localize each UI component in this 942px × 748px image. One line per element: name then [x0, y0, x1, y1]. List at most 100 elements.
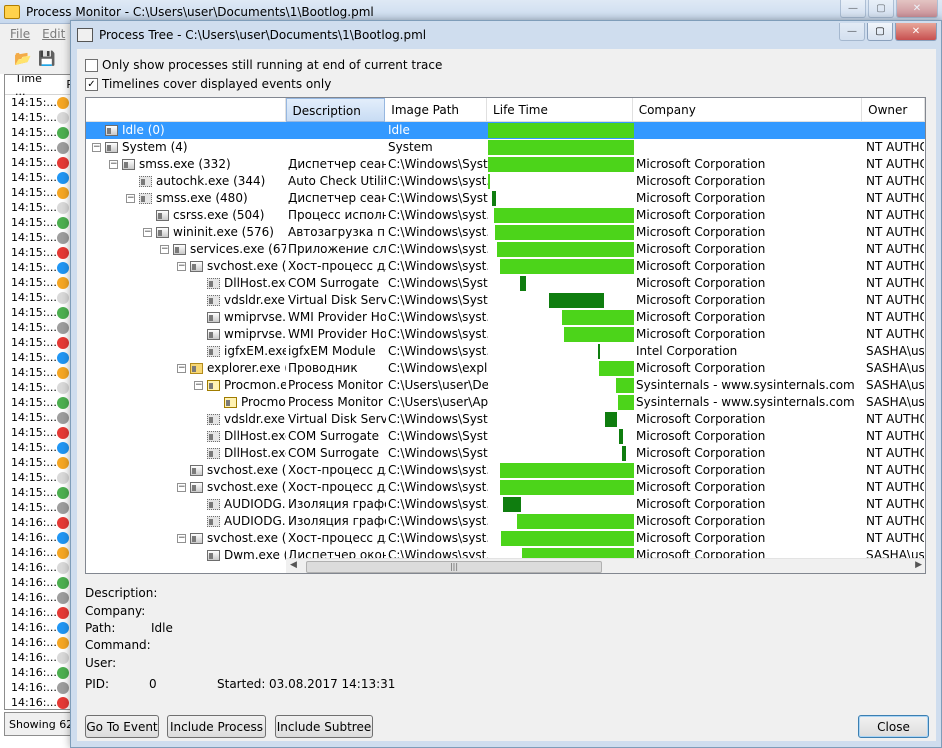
process-row[interactable]: − Procmon.e...Process Monitor C:\Users\use… [86, 377, 925, 394]
event-row[interactable]: 14:15:... [5, 125, 73, 140]
event-row[interactable]: 14:15:... [5, 245, 73, 260]
process-row[interactable]: Procmo...Process Monitor C:\Users\user\Ap… [86, 394, 925, 411]
save-disk-icon[interactable]: 💾 [38, 50, 56, 68]
life-time-column-header[interactable]: Life Time [487, 98, 633, 122]
event-row[interactable]: 14:15:... [5, 170, 73, 185]
company-column-header[interactable]: Company [632, 98, 863, 122]
event-row[interactable]: 14:15:... [5, 305, 73, 320]
process-row[interactable]: − svchost.exe (956)Хост-процесс дл...C:\W… [86, 479, 925, 496]
process-row[interactable]: vdsldr.exe (58...Virtual Disk Servic...C… [86, 411, 925, 428]
go-to-event-button[interactable]: Go To Event [85, 715, 159, 738]
event-row[interactable]: 14:16:... [5, 635, 73, 650]
collapse-toggle-icon[interactable]: − [92, 143, 101, 152]
event-row[interactable]: 14:15:... [5, 410, 73, 425]
collapse-toggle-icon[interactable]: − [177, 364, 186, 373]
process-row[interactable]: wmiprvse.exeWMI Provider HostC:\Windows\… [86, 326, 925, 343]
include-subtree-button[interactable]: Include Subtree [275, 715, 373, 738]
checkbox-box[interactable]: ✓ [85, 77, 98, 91]
event-row[interactable]: 14:15:... [5, 185, 73, 200]
menu-file[interactable]: File [10, 27, 30, 41]
event-row[interactable]: 14:15:... [5, 155, 73, 170]
scroll-right-arrow-icon[interactable]: ▶ [915, 560, 922, 570]
dialog-minimize-button[interactable]: — [839, 23, 865, 41]
collapse-toggle-icon[interactable]: − [177, 483, 186, 492]
collapse-toggle-icon[interactable]: − [194, 381, 203, 390]
collapse-toggle-icon[interactable]: − [109, 160, 118, 169]
event-row[interactable]: 14:15:... [5, 365, 73, 380]
event-row[interactable]: 14:15:... [5, 215, 73, 230]
event-row[interactable]: 14:15:... [5, 350, 73, 365]
event-row[interactable]: 14:15:... [5, 380, 73, 395]
event-row[interactable]: 14:16:... [5, 560, 73, 575]
menu-edit[interactable]: Edit [42, 27, 65, 41]
process-row[interactable]: − System (4) System NT AUTHO [86, 139, 925, 156]
process-row[interactable]: vdsldr.exe (27...Virtual Disk Servic...C… [86, 292, 925, 309]
collapse-toggle-icon[interactable]: − [143, 228, 152, 237]
event-list[interactable]: Time ... P 14:15:... 14:15:... 14:15:... 14… [4, 74, 74, 710]
process-row[interactable]: AUDIODG.EX...Изоляция графо...C:\Windows… [86, 513, 925, 530]
process-row[interactable]: − svchost.exe (784)Хост-процесс дл...C:\W… [86, 258, 925, 275]
time-column-header[interactable]: Time ... [15, 75, 52, 98]
event-row[interactable]: 14:15:... [5, 200, 73, 215]
close-button[interactable]: Close [858, 715, 929, 738]
event-row[interactable]: 14:15:... [5, 470, 73, 485]
dialog-close-button[interactable]: ✕ [895, 23, 937, 41]
image-path-column-header[interactable]: Image Path [385, 98, 488, 122]
event-row[interactable]: 14:15:... [5, 395, 73, 410]
process-row[interactable]: igfxEM.exe (5...igfxEM Module C:\Windows\… [86, 343, 925, 360]
event-row[interactable]: 14:15:... [5, 320, 73, 335]
event-row[interactable]: 14:16:... [5, 680, 73, 695]
process-tree-view[interactable]: Description Image Path Life Time Company… [85, 97, 926, 574]
event-row[interactable]: 14:15:... [5, 440, 73, 455]
process-row[interactable]: csrss.exe (504) Процесс исполн...C:\Windo… [86, 207, 925, 224]
event-row[interactable]: 14:16:... [5, 650, 73, 665]
event-row[interactable]: 14:15:... [5, 275, 73, 290]
collapse-toggle-icon[interactable]: − [160, 245, 169, 254]
event-row[interactable]: 14:16:... [5, 545, 73, 560]
main-maximize-button[interactable]: ▢ [868, 0, 894, 18]
process-row[interactable]: − smss.exe (480) Диспетчер сеан...C:\Windo… [86, 190, 925, 207]
main-minimize-button[interactable]: — [840, 0, 866, 18]
process-row[interactable]: DllHost.exe (1...COM Surrogate C:\Windows… [86, 275, 925, 292]
tree-scroll-thumb[interactable]: ||| [306, 561, 602, 573]
process-column-header[interactable] [86, 98, 286, 122]
event-row[interactable]: 14:15:... [5, 455, 73, 470]
process-row[interactable]: wmiprvse.exeWMI Provider HostC:\Windows\… [86, 309, 925, 326]
process-row[interactable]: − wininit.exe (576) Автозагрузка пр...C:\W… [86, 224, 925, 241]
event-row[interactable]: 14:16:... [5, 620, 73, 635]
event-row[interactable]: 14:15:... [5, 140, 73, 155]
dialog-maximize-button[interactable]: ▢ [867, 23, 893, 41]
collapse-toggle-icon[interactable]: − [177, 262, 186, 271]
open-folder-icon[interactable]: 📂 [14, 50, 32, 68]
process-row[interactable]: svchost.exe (864)Хост-процесс дл...C:\Wi… [86, 462, 925, 479]
process-row[interactable]: − explorer.exe (5...Проводник C:\Windows\e… [86, 360, 925, 377]
event-row[interactable]: 14:16:... [5, 515, 73, 530]
event-row[interactable]: 14:16:... [5, 665, 73, 680]
event-row[interactable]: 14:15:... [5, 500, 73, 515]
process-row[interactable]: AUDIODG.EX...Изоляция графо...C:\Windows… [86, 496, 925, 513]
process-row[interactable]: − services.exe (672)Приложение слу...C:\W… [86, 241, 925, 258]
checkbox-box[interactable] [85, 58, 98, 72]
event-row[interactable]: 14:15:... [5, 230, 73, 245]
collapse-toggle-icon[interactable]: − [177, 534, 186, 543]
event-row[interactable]: 14:16:... [5, 530, 73, 545]
process-row[interactable]: − svchost.exe (988)Хост-процесс дл...C:\W… [86, 530, 925, 547]
main-close-button[interactable]: ✕ [896, 0, 938, 18]
tree-horizontal-scrollbar[interactable]: ◀ ||| ▶ [286, 558, 925, 573]
process-row[interactable]: − smss.exe (332) Диспетчер сеан...C:\Windo… [86, 156, 925, 173]
event-row[interactable]: 14:15:... [5, 485, 73, 500]
process-row[interactable]: autochk.exe (344) Auto Check Utility C:\Wi… [86, 173, 925, 190]
process-row[interactable]: Idle (0) Idle [86, 122, 925, 139]
event-row[interactable]: 14:16:... [5, 590, 73, 605]
running-only-checkbox[interactable]: Only show processes still running at end… [85, 58, 442, 72]
event-row[interactable]: 14:16:... [5, 605, 73, 620]
owner-column-header[interactable]: Owner [862, 98, 925, 122]
event-row[interactable]: 14:15:... [5, 95, 73, 110]
scroll-left-arrow-icon[interactable]: ◀ [290, 560, 297, 570]
process-row[interactable]: DllHost.exe (2...COM Surrogate C:\Windows… [86, 428, 925, 445]
event-row[interactable]: 14:15:... [5, 335, 73, 350]
event-row[interactable]: 14:16:... [5, 695, 73, 709]
description-column-header[interactable]: Description [285, 98, 386, 122]
collapse-toggle-icon[interactable]: − [126, 194, 135, 203]
include-process-button[interactable]: Include Process [167, 715, 266, 738]
